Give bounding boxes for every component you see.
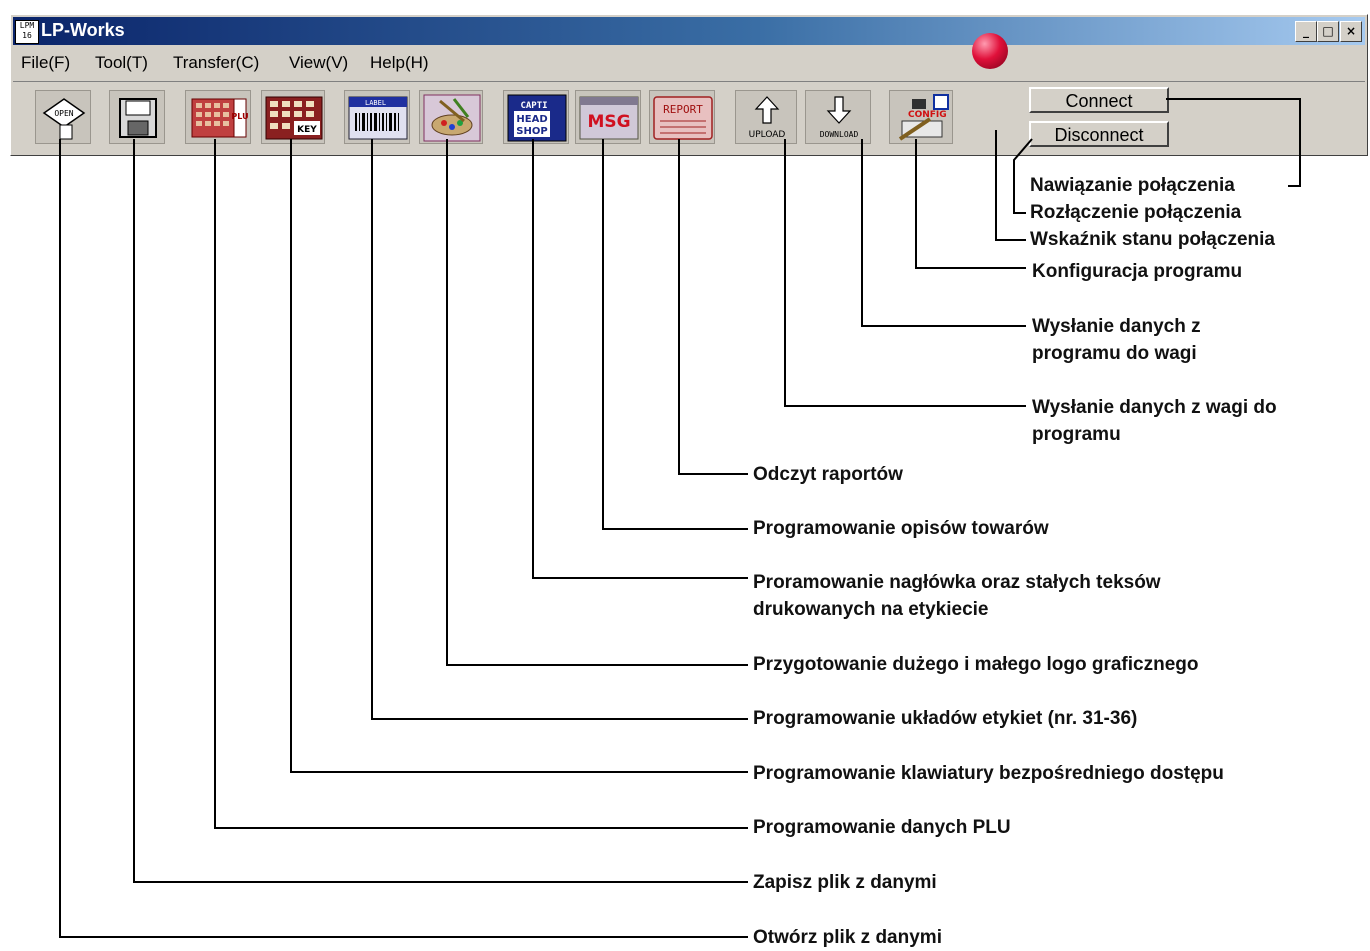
svg-text:KEY: KEY	[297, 125, 317, 135]
svg-text:LABEL: LABEL	[365, 99, 386, 107]
menu-transfer[interactable]: Transfer(C)	[173, 53, 259, 73]
config-icon: CONFIG	[898, 94, 949, 141]
window-title: LP-Works	[41, 20, 125, 40]
download-button[interactable]: DOWNLOAD	[805, 90, 871, 144]
connect-button[interactable]: Connect	[1029, 87, 1169, 113]
callout-connect: Nawiązanie połączenia	[1030, 175, 1235, 196]
svg-text:HEAD: HEAD	[516, 114, 547, 125]
menu-bar: File(F) Tool(T) Transfer(C) View(V) Help…	[13, 49, 1365, 75]
callout-open: Otwórz plik z danymi	[753, 927, 942, 948]
svg-text:PLU: PLU	[231, 112, 248, 121]
keyboard-icon: KEY	[265, 96, 323, 140]
callout-msg: Programowanie opisów towarów	[753, 518, 1049, 539]
menu-view[interactable]: View(V)	[289, 53, 348, 73]
svg-text:OPEN: OPEN	[54, 109, 73, 118]
menu-file[interactable]: File(F)	[21, 53, 70, 73]
barcode-label-icon: LABEL	[348, 96, 408, 140]
open-file-button[interactable]: OPEN	[35, 90, 91, 144]
callout-header-line2: drukowanych na etykiecie	[753, 599, 989, 620]
config-button[interactable]: CONFIG	[889, 90, 953, 144]
close-button[interactable]: ×	[1340, 21, 1362, 42]
plu-data-button[interactable]: PLU	[185, 90, 251, 144]
svg-text:REPORT: REPORT	[663, 103, 703, 116]
svg-text:MSG: MSG	[587, 112, 630, 132]
open-icon: OPEN	[42, 98, 86, 140]
callout-disconnect: Rozłączenie połączenia	[1030, 202, 1242, 223]
callout-keyboard: Programowanie klawiatury bezpośredniego …	[753, 763, 1224, 784]
logo-graphic-button[interactable]	[419, 90, 483, 144]
floppy-disk-icon	[119, 98, 157, 138]
download-arrow-icon: DOWNLOAD	[820, 96, 859, 139]
upload-button[interactable]: UPLOAD	[735, 90, 797, 144]
callout-status: Wskaźnik stanu połączenia	[1030, 229, 1275, 250]
menu-tool[interactable]: Tool(T)	[95, 53, 148, 73]
keyboard-button[interactable]: KEY	[261, 90, 325, 144]
svg-text:SHOP: SHOP	[516, 126, 547, 137]
callout-header-line1: Proramowanie nagłówka oraz stałych teksó…	[753, 572, 1161, 593]
svg-text:DOWNLOAD: DOWNLOAD	[820, 130, 859, 139]
label-layout-button[interactable]: LABEL	[344, 90, 410, 144]
connection-status-led	[972, 33, 1008, 69]
callout-upload-line1: Wysłanie danych z wagi do	[1032, 397, 1277, 418]
save-file-button[interactable]	[109, 90, 165, 144]
callout-label-layout: Programowanie układów etykiet (nr. 31-36…	[753, 708, 1138, 729]
caption-head-shop-icon: CAPTI HEAD SHOP	[507, 94, 567, 142]
callout-upload-line2: programu	[1032, 424, 1121, 445]
callout-report: Odczyt raportów	[753, 464, 903, 485]
message-button[interactable]: MSG	[575, 90, 641, 144]
svg-text:UPLOAD: UPLOAD	[749, 130, 786, 140]
callout-download-line1: Wysłanie danych z	[1032, 316, 1201, 337]
header-text-button[interactable]: CAPTI HEAD SHOP	[503, 90, 569, 144]
callout-config: Konfiguracja programu	[1032, 261, 1243, 282]
callout-logo: Przygotowanie dużego i małego logo grafi…	[753, 654, 1199, 675]
app-window: LPM 16 LP-Works _ □ × File(F) Tool(T) Tr…	[10, 14, 1368, 156]
upload-arrow-icon: UPLOAD	[749, 96, 786, 140]
plu-grid-icon: PLU	[191, 98, 249, 138]
minimize-button[interactable]: _	[1295, 21, 1317, 42]
svg-text:CAPTI: CAPTI	[520, 101, 547, 111]
report-icon: REPORT	[653, 96, 713, 140]
maximize-button[interactable]: □	[1317, 21, 1339, 42]
callout-download-line2: programu do wagi	[1032, 343, 1197, 364]
app-icon: LPM 16	[15, 20, 39, 44]
title-bar: LPM 16 LP-Works _ □ ×	[13, 17, 1365, 45]
callout-save: Zapisz plik z danymi	[753, 872, 937, 893]
menu-help[interactable]: Help(H)	[370, 53, 429, 73]
paint-palette-icon	[423, 94, 481, 142]
disconnect-button[interactable]: Disconnect	[1029, 121, 1169, 147]
report-button[interactable]: REPORT	[649, 90, 715, 144]
msg-window-icon: MSG	[579, 96, 639, 140]
callout-plu: Programowanie danych PLU	[753, 817, 1011, 838]
